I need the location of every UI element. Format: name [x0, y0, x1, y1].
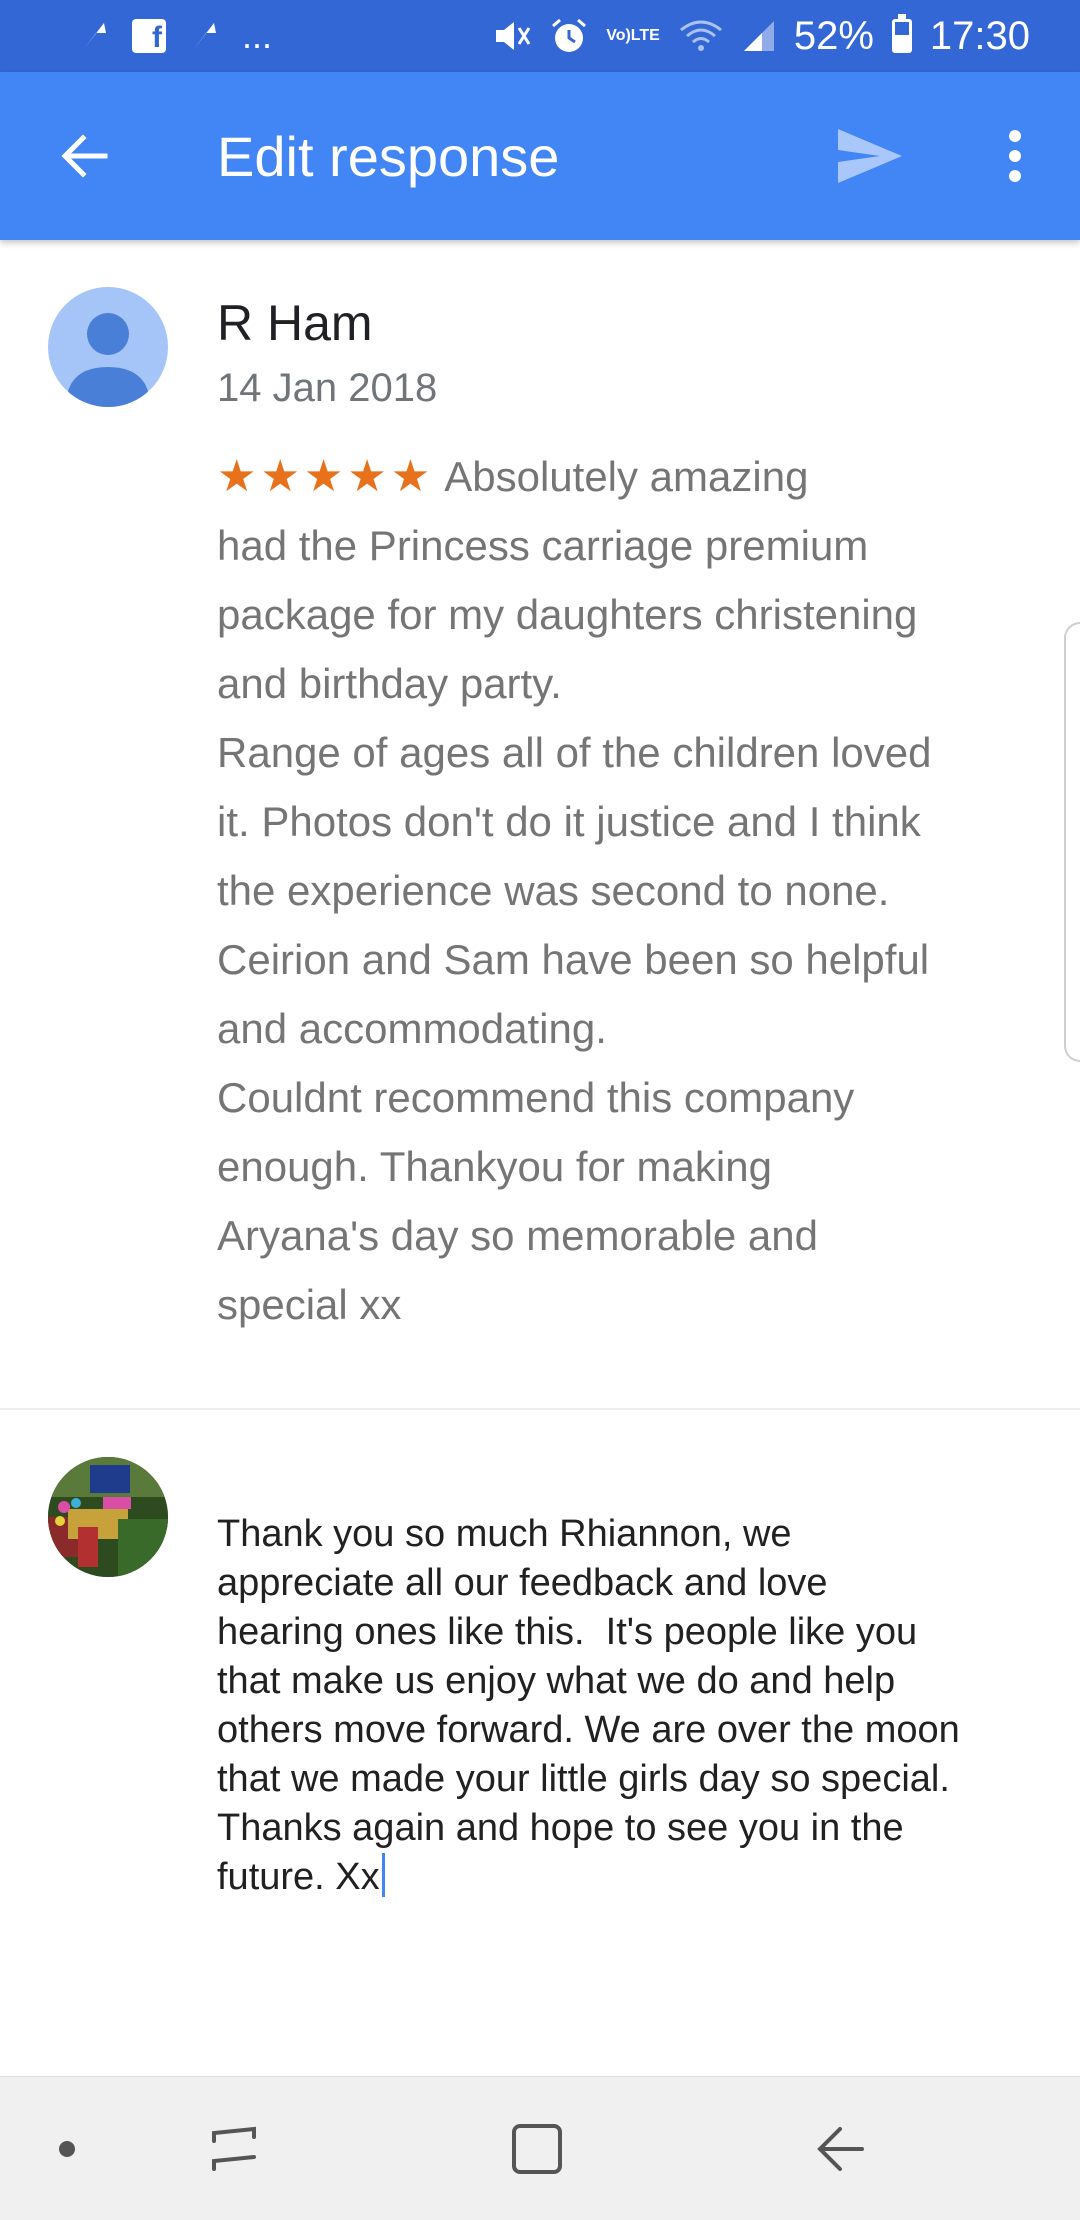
- status-bar: f ... Vo) LTE 52% 17:30: [0, 0, 1080, 72]
- back-arrow-icon: [61, 134, 108, 178]
- more-vert-icon: [1009, 130, 1021, 182]
- dot-icon: [59, 2140, 75, 2157]
- notification-arrow-icon: [80, 21, 108, 51]
- response-line: hearing ones like this. It's people like…: [217, 1611, 918, 1653]
- recent-apps-button[interactable]: [189, 2104, 279, 2194]
- back-icon: [817, 2126, 864, 2171]
- star-rating: ★★★★★: [217, 452, 435, 501]
- review-line: had the Princess carriage premium: [217, 522, 869, 569]
- status-notifications: f ...: [80, 15, 492, 57]
- signal-icon: [742, 19, 776, 53]
- facebook-icon: f: [132, 19, 166, 53]
- review-line: and birthday party.: [217, 660, 562, 707]
- battery-percent: 52%: [793, 13, 874, 58]
- system-back-button[interactable]: [795, 2104, 885, 2194]
- home-icon: [512, 2123, 562, 2174]
- response-line: that make us enjoy what we do and help: [217, 1660, 896, 1702]
- nav-dot-button[interactable]: [22, 2104, 112, 2194]
- reviewer-avatar: [48, 287, 168, 407]
- profile-photo: [48, 1457, 168, 1577]
- text-cursor: [381, 1853, 385, 1897]
- review-line: Couldnt recommend this company: [217, 1074, 855, 1121]
- back-button[interactable]: [50, 121, 120, 191]
- review-line: ★★★★★ Absolutely amazing: [217, 452, 809, 501]
- send-button[interactable]: [830, 116, 910, 196]
- app-bar: Edit response: [0, 72, 1080, 240]
- page-title: Edit response: [217, 124, 560, 188]
- more-options-button[interactable]: [985, 111, 1045, 201]
- alarm-icon: [550, 17, 588, 55]
- response-line: Thanks again and hope to see you in the: [217, 1807, 904, 1849]
- response-input[interactable]: Thank you so much Rhiannon, we appreciat…: [217, 1510, 1047, 1902]
- person-icon: [66, 313, 150, 407]
- review-line: the experience was second to none.: [217, 867, 890, 914]
- response-line-last: future. Xx: [217, 1853, 1047, 1902]
- notification-arrow-icon: [190, 21, 218, 51]
- response-line: appreciate all our feedback and love: [217, 1562, 828, 1604]
- review-text: ★★★★★ Absolutely amazing had the Princess…: [217, 442, 1037, 1339]
- reviewer-name: R Ham: [217, 295, 373, 351]
- review-line: special xx: [217, 1281, 402, 1328]
- mute-icon: [492, 18, 532, 54]
- responder-avatar: [48, 1457, 168, 1577]
- review-line: and accommodating.: [217, 1005, 607, 1052]
- review-line: package for my daughters christening: [217, 591, 918, 638]
- review-date: 14 Jan 2018: [217, 366, 438, 410]
- review-line: Ceirion and Sam have been so helpful: [217, 936, 930, 983]
- review-line: Aryana's day so memorable and: [217, 1212, 819, 1259]
- divider: [0, 1408, 1080, 1410]
- scroll-handle[interactable]: [1064, 622, 1080, 1062]
- nav-bar: [0, 2076, 1080, 2220]
- recent-apps-icon: [212, 2126, 256, 2171]
- response-line: others move forward. We are over the moo…: [217, 1709, 960, 1751]
- send-icon: [838, 129, 902, 183]
- home-button[interactable]: [492, 2104, 582, 2194]
- response-line: Thank you so much Rhiannon, we: [217, 1513, 792, 1555]
- response-line: that we made your little girls day so sp…: [217, 1758, 950, 1800]
- battery-fill: [894, 35, 909, 50]
- status-system: Vo) LTE 52% 17:30: [492, 14, 1030, 59]
- volte-icon: Vo) LTE: [606, 27, 660, 44]
- battery-icon: [891, 14, 912, 53]
- review-line: Range of ages all of the children loved: [217, 729, 932, 776]
- review-line: it. Photos don't do it justice and I thi…: [217, 798, 921, 845]
- status-time: 17:30: [929, 13, 1030, 58]
- status-overflow: ...: [242, 15, 273, 56]
- review-line: enough. Thankyou for making: [217, 1143, 772, 1190]
- wifi-icon: [678, 18, 724, 54]
